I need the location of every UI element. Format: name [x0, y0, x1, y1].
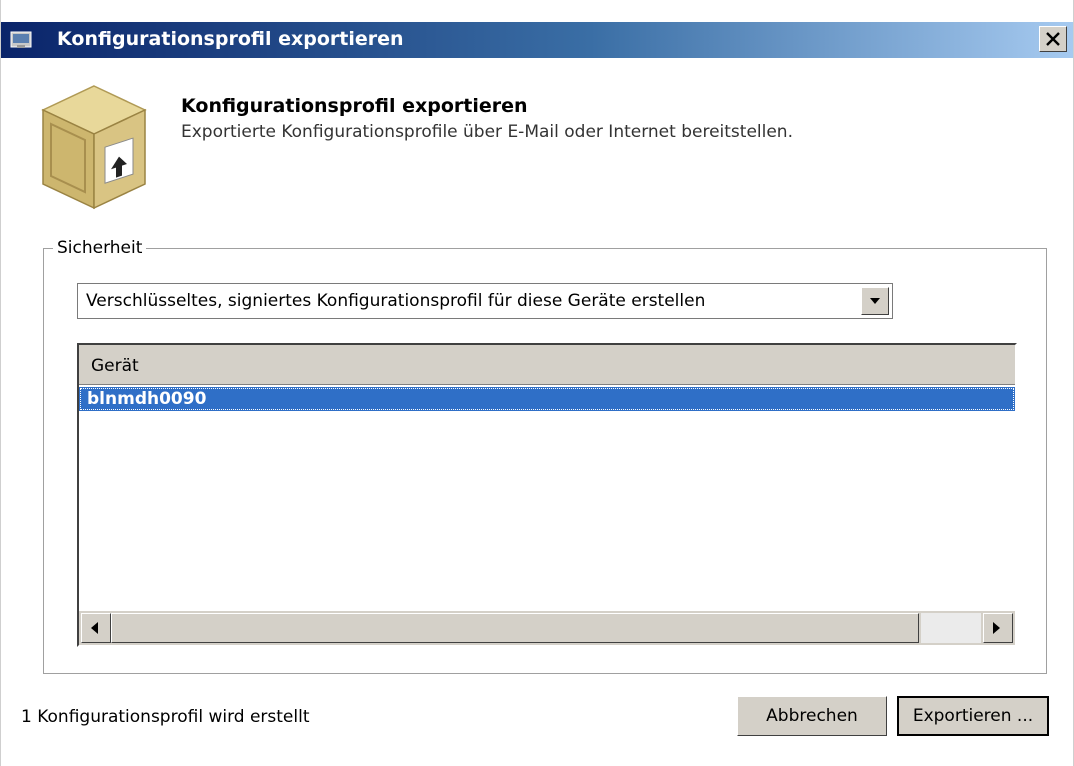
device-list[interactable]: Gerät blnmdh0090 [77, 343, 1017, 647]
header-subtitle: Exportierte Konfigurationsprofile über E… [181, 122, 793, 142]
scroll-right-button[interactable] [983, 613, 1013, 643]
horizontal-scrollbar[interactable] [79, 611, 1015, 645]
table-row[interactable]: blnmdh0090 [79, 387, 1015, 411]
status-text: 1 Konfigurationsprofil wird erstellt [21, 707, 310, 727]
close-button[interactable] [1039, 26, 1067, 52]
arrow-left-icon [91, 622, 98, 634]
security-group-label: Sicherheit [53, 238, 147, 258]
export-button[interactable]: Exportieren ... [897, 696, 1049, 736]
dropdown-button[interactable] [861, 287, 889, 315]
close-icon [1046, 32, 1060, 46]
security-mode-value: Verschlüsseltes, signiertes Konfiguratio… [86, 291, 706, 311]
export-box-icon [41, 85, 147, 210]
title-bar[interactable]: Konfigurationsprofil exportieren [1, 22, 1073, 58]
scroll-left-button[interactable] [81, 613, 111, 643]
scrollbar-track[interactable] [921, 613, 981, 643]
chevron-down-icon [870, 298, 880, 304]
cancel-button[interactable]: Abbrechen [737, 696, 887, 736]
export-dialog: Konfigurationsprofil exportieren Konfigu… [0, 0, 1074, 766]
security-mode-select[interactable]: Verschlüsseltes, signiertes Konfiguratio… [77, 283, 893, 319]
scrollbar-thumb[interactable] [111, 613, 919, 643]
header-title: Konfigurationsprofil exportieren [181, 95, 528, 117]
window-title: Konfigurationsprofil exportieren [57, 28, 404, 50]
app-icon [10, 31, 32, 48]
device-name: blnmdh0090 [87, 389, 207, 409]
column-header-label: Gerät [91, 356, 139, 376]
arrow-right-icon [993, 622, 1000, 634]
column-header-device[interactable]: Gerät [79, 345, 1015, 385]
